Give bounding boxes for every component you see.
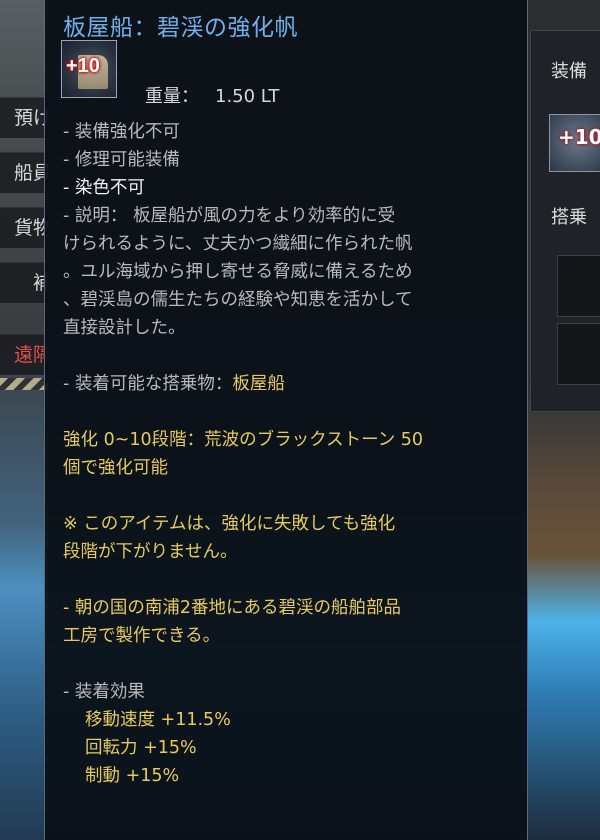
empty-slot-2[interactable] <box>557 323 600 385</box>
menu-item-deposit[interactable]: 預け <box>0 97 48 138</box>
enhance-info-line: 個で強化可能 <box>63 458 168 478</box>
tooltip-header: 板屋船：碧渓の強化帆 +10 重量： 1.50 LT <box>45 0 527 110</box>
tooltip-body: - 装備強化不可 - 修理可能装備 - 染色不可 - 説明： 板屋船が風の力をよ… <box>63 118 513 790</box>
hazard-stripe <box>0 378 48 390</box>
sail-item-icon: +10 <box>61 40 117 98</box>
description-line: 、碧渓島の儒生たちの経験や知恵を活かして <box>63 290 413 310</box>
empty-slot-1[interactable] <box>557 255 600 317</box>
craft-info-line: - 朝の国の南浦2番地にある碧渓の船舶部品 <box>63 598 402 618</box>
menu-item-cargo[interactable]: 貨物 <box>0 207 48 248</box>
enhance-info-line: 強化 0~10段階：荒波のブラックストーン 50 <box>63 430 424 450</box>
menu-item-crew[interactable]: 船員 <box>0 152 48 193</box>
equipment-label: 装備 <box>551 61 587 82</box>
equipped-sail-slot[interactable]: +10 <box>549 114 600 172</box>
weight-label: 重量： <box>145 86 199 107</box>
flag-no-enhance: - 装備強化不可 <box>63 122 180 142</box>
equippable-label: - 装着可能な搭乗物： <box>63 374 233 394</box>
description-line: 直接設計した。 <box>63 318 186 338</box>
description-line: 。ユル海域から押し寄せる脅威に備えるため <box>63 262 413 282</box>
flag-repairable: - 修理可能装備 <box>63 150 180 170</box>
craft-info-line: 工房で製作できる。 <box>63 626 221 646</box>
enhance-level-badge: +10 <box>66 55 100 77</box>
effect-turn: 回転力 +15% <box>85 738 197 758</box>
weight-row: 重量： 1.50 LT <box>145 82 279 108</box>
enhance-badge-small: +10 <box>558 125 600 149</box>
effects-label: - 装着効果 <box>63 682 145 702</box>
equippable-row: - 装着可能な搭乗物：板屋船 <box>63 370 513 398</box>
menu-item-supply[interactable]: 補 <box>0 262 48 303</box>
menu-item-remote[interactable]: 遠隔 <box>0 334 48 375</box>
note-line: ※ このアイテムは、強化に失敗しても強化 <box>63 514 396 534</box>
effect-brake: 制動 +15% <box>85 766 180 786</box>
flag-no-dye: - 染色不可 <box>63 178 145 198</box>
boarding-label: 搭乗 <box>551 207 587 228</box>
equipment-panel: 装備 +10 搭乗 <box>530 30 600 412</box>
description-line: けられるように、丈夫かつ繊細に作られた帆 <box>63 234 413 254</box>
equippable-value: 板屋船 <box>232 374 285 394</box>
weight-value: 1.50 LT <box>215 86 280 107</box>
description-line: - 説明： 板屋船が風の力をより効率的に受 <box>63 206 396 226</box>
item-tooltip: 板屋船：碧渓の強化帆 +10 重量： 1.50 LT - 装備強化不可 - 修理可… <box>44 0 528 840</box>
effect-move-speed: 移動速度 +11.5% <box>85 710 231 730</box>
item-title: 板屋船：碧渓の強化帆 <box>63 15 298 41</box>
note-line: 段階が下がりません。 <box>63 542 238 562</box>
